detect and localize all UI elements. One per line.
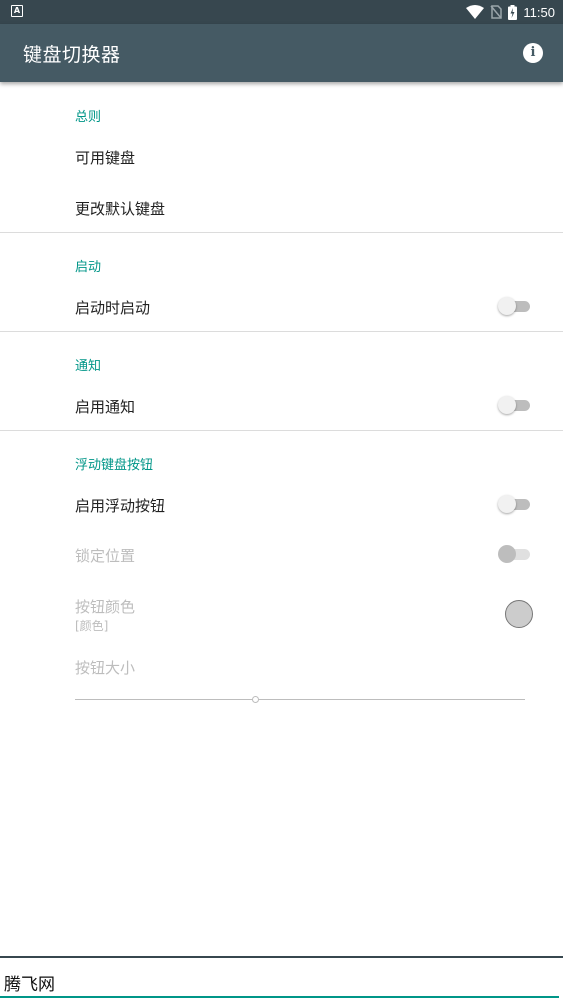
- switch-thumb: [498, 396, 516, 414]
- enable-floating-button-switch[interactable]: [498, 494, 532, 514]
- enable-notification-switch[interactable]: [498, 395, 532, 415]
- button-color-swatch: [505, 600, 533, 628]
- category-notification: 通知: [75, 359, 102, 374]
- switch-thumb: [498, 297, 516, 315]
- button-color-item: 按钮颜色: [75, 598, 136, 616]
- app-toolbar: 键盘切换器 i: [0, 24, 563, 82]
- bottom-text: 腾飞网: [4, 975, 55, 995]
- divider: [0, 430, 563, 431]
- available-keyboards-item[interactable]: 可用键盘: [75, 147, 135, 168]
- category-general: 总则: [75, 110, 102, 125]
- battery-charging-icon: [508, 4, 518, 20]
- lock-position-switch: [498, 544, 532, 564]
- divider: [0, 331, 563, 332]
- start-on-boot-item[interactable]: 启动时启动: [75, 297, 150, 318]
- lock-position-item: 锁定位置: [75, 547, 136, 565]
- no-sim-icon: [490, 5, 503, 19]
- bottom-underline: [0, 996, 559, 998]
- category-startup: 启动: [75, 260, 102, 275]
- switch-thumb: [498, 495, 516, 513]
- status-icons: 11:50: [466, 3, 555, 21]
- wifi-icon: [466, 5, 485, 19]
- page-title: 键盘切换器: [23, 44, 121, 66]
- start-on-boot-switch[interactable]: [498, 296, 532, 316]
- category-floating-button: 浮动键盘按钮: [75, 458, 154, 473]
- enable-notification-item[interactable]: 启用通知: [75, 396, 135, 417]
- enable-floating-button-item[interactable]: 启用浮动按钮: [75, 495, 165, 516]
- button-color-summary: [颜色]: [75, 619, 109, 633]
- change-default-keyboard-item[interactable]: 更改默认键盘: [75, 198, 165, 219]
- status-bar: A 11:50: [0, 0, 563, 24]
- clock: 11:50: [523, 4, 555, 20]
- info-icon[interactable]: i: [523, 43, 543, 63]
- divider: [0, 232, 563, 233]
- button-size-item: 按钮大小: [75, 659, 136, 677]
- seekbar-thumb[interactable]: [252, 696, 259, 703]
- button-size-seekbar[interactable]: [75, 699, 525, 700]
- switch-thumb: [498, 545, 516, 563]
- android-notification-icon: A: [11, 5, 23, 17]
- bottom-bar: 腾飞网: [0, 956, 563, 1002]
